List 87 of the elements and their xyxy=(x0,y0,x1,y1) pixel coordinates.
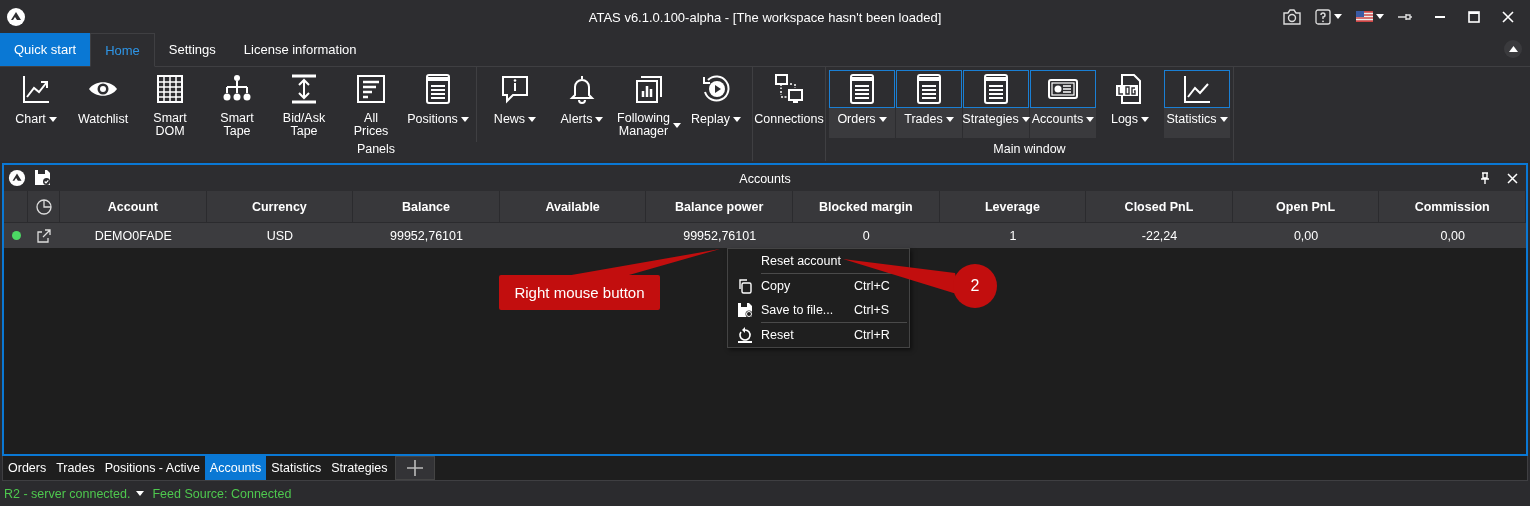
ribbon-button[interactable]: Strategies xyxy=(963,70,1029,138)
document-tab[interactable]: Statistics xyxy=(266,456,327,480)
callout-number: 2 xyxy=(953,264,997,308)
app-logo-icon xyxy=(6,6,26,27)
ribbon-button[interactable]: Chart xyxy=(3,70,69,138)
column-header[interactable]: Available xyxy=(499,191,647,222)
ribbon-tab[interactable]: Settings xyxy=(154,33,230,66)
ribbon-button[interactable]: Alerts xyxy=(549,70,615,138)
ribbon-button[interactable]: Accounts xyxy=(1030,70,1096,138)
status-text: R2 - server connected. xyxy=(4,486,131,501)
table-cell: 99952,76101 xyxy=(646,222,793,248)
window-title: ATAS v6.1.0.100-alpha - [The workspace hasn't been loaded] xyxy=(588,10,942,25)
column-header[interactable]: Balance power xyxy=(646,191,793,222)
document-tab[interactable]: Trades xyxy=(51,456,100,480)
ribbon-button[interactable]: Bid/Ask Tape xyxy=(271,70,337,138)
help-icon[interactable] xyxy=(1315,8,1331,25)
callout-label: Right mouse button xyxy=(499,275,660,310)
maximize-icon[interactable] xyxy=(1468,10,1480,23)
panel-title: Accounts xyxy=(739,172,791,186)
column-header[interactable] xyxy=(28,191,60,222)
app-logo-icon xyxy=(8,169,26,187)
ribbon-button[interactable]: Trades xyxy=(896,70,962,138)
ribbon-button[interactable]: Replay xyxy=(683,70,749,138)
column-header[interactable]: Leverage xyxy=(939,191,1087,222)
plus-icon xyxy=(406,460,423,476)
document-tab[interactable]: Positions - Active xyxy=(99,456,205,480)
save-icon xyxy=(736,302,753,318)
column-header[interactable]: Account xyxy=(60,191,207,222)
caret-icon xyxy=(1508,46,1518,52)
status-text: Feed Source: Connected xyxy=(152,486,292,501)
group-label: Main window xyxy=(992,142,1067,158)
column-header[interactable]: Blocked margin xyxy=(793,191,940,222)
table-cell: 0,00 xyxy=(1232,222,1380,248)
column-header[interactable]: Closed PnL xyxy=(1086,191,1233,222)
reset-icon xyxy=(736,327,753,343)
ribbon-button[interactable]: Following Manager xyxy=(616,70,682,138)
add-tab-button[interactable] xyxy=(394,456,435,480)
column-header[interactable]: Commission xyxy=(1379,191,1526,222)
external-link-icon[interactable] xyxy=(37,228,51,243)
menu-item[interactable]: Reset Ctrl+R xyxy=(728,323,909,347)
close-icon[interactable] xyxy=(1507,172,1518,184)
pie-chart-icon[interactable] xyxy=(35,198,52,215)
ribbon-button[interactable]: Watchlist xyxy=(70,70,136,138)
group-label: Panels xyxy=(355,142,397,158)
document-tab[interactable]: Accounts xyxy=(204,456,267,480)
menu-item[interactable]: Copy Ctrl+C xyxy=(728,274,909,298)
ribbon-tab[interactable]: Home xyxy=(90,33,155,67)
line-chart-icon xyxy=(1181,73,1213,105)
save-icon[interactable] xyxy=(34,169,51,186)
replay-icon xyxy=(700,73,732,105)
camera-icon[interactable] xyxy=(1283,8,1301,25)
menu-item[interactable]: Save to file... Ctrl+S xyxy=(728,298,909,322)
close-icon[interactable] xyxy=(1502,10,1514,23)
table-cell: 0 xyxy=(793,222,940,248)
document-tab[interactable]: Orders xyxy=(3,456,52,480)
caret-icon xyxy=(1376,14,1384,19)
ribbon-button[interactable]: Logs xyxy=(1097,70,1163,138)
table-cell: 1 xyxy=(939,222,1087,248)
table-cell: DEMO0FADE xyxy=(60,222,207,248)
table-cell: USD xyxy=(206,222,354,248)
ribbon-button[interactable]: Smart Tape xyxy=(204,70,270,138)
column-header[interactable]: Balance xyxy=(353,191,500,222)
ribbon-button[interactable]: Orders xyxy=(829,70,895,138)
copy-icon xyxy=(736,278,753,294)
ribbon-button[interactable]: News xyxy=(482,70,548,138)
collapse-ribbon-button[interactable] xyxy=(1504,40,1522,58)
ribbon-button[interactable]: Smart DOM xyxy=(137,70,203,138)
table-cell: -22,24 xyxy=(1086,222,1233,248)
column-header[interactable]: Currency xyxy=(206,191,354,222)
quick-start-button[interactable]: Quick start xyxy=(0,33,91,66)
column-header[interactable]: Open PnL xyxy=(1232,191,1380,222)
ribbon-button[interactable]: All Prices xyxy=(338,70,404,138)
network-icon xyxy=(773,73,805,105)
table-cell: 99952,76101 xyxy=(353,222,500,248)
flag-icon[interactable] xyxy=(1356,11,1373,22)
ribbon-button[interactable]: Positions xyxy=(405,70,471,138)
pin-icon[interactable] xyxy=(1398,12,1412,21)
ribbon-button[interactable]: Connections xyxy=(756,70,822,138)
bar-list-icon xyxy=(355,72,387,105)
line-chart-icon xyxy=(20,73,52,105)
ribbon-button[interactable]: Statistics xyxy=(1164,70,1230,138)
ribbon-tab[interactable]: License information xyxy=(229,33,371,66)
grid-icon xyxy=(154,72,186,105)
caret-icon xyxy=(1334,14,1342,19)
document-tab[interactable]: Strategies xyxy=(326,456,393,480)
speech-bubble-icon xyxy=(499,73,531,105)
table-cell: 0,00 xyxy=(1379,222,1526,248)
